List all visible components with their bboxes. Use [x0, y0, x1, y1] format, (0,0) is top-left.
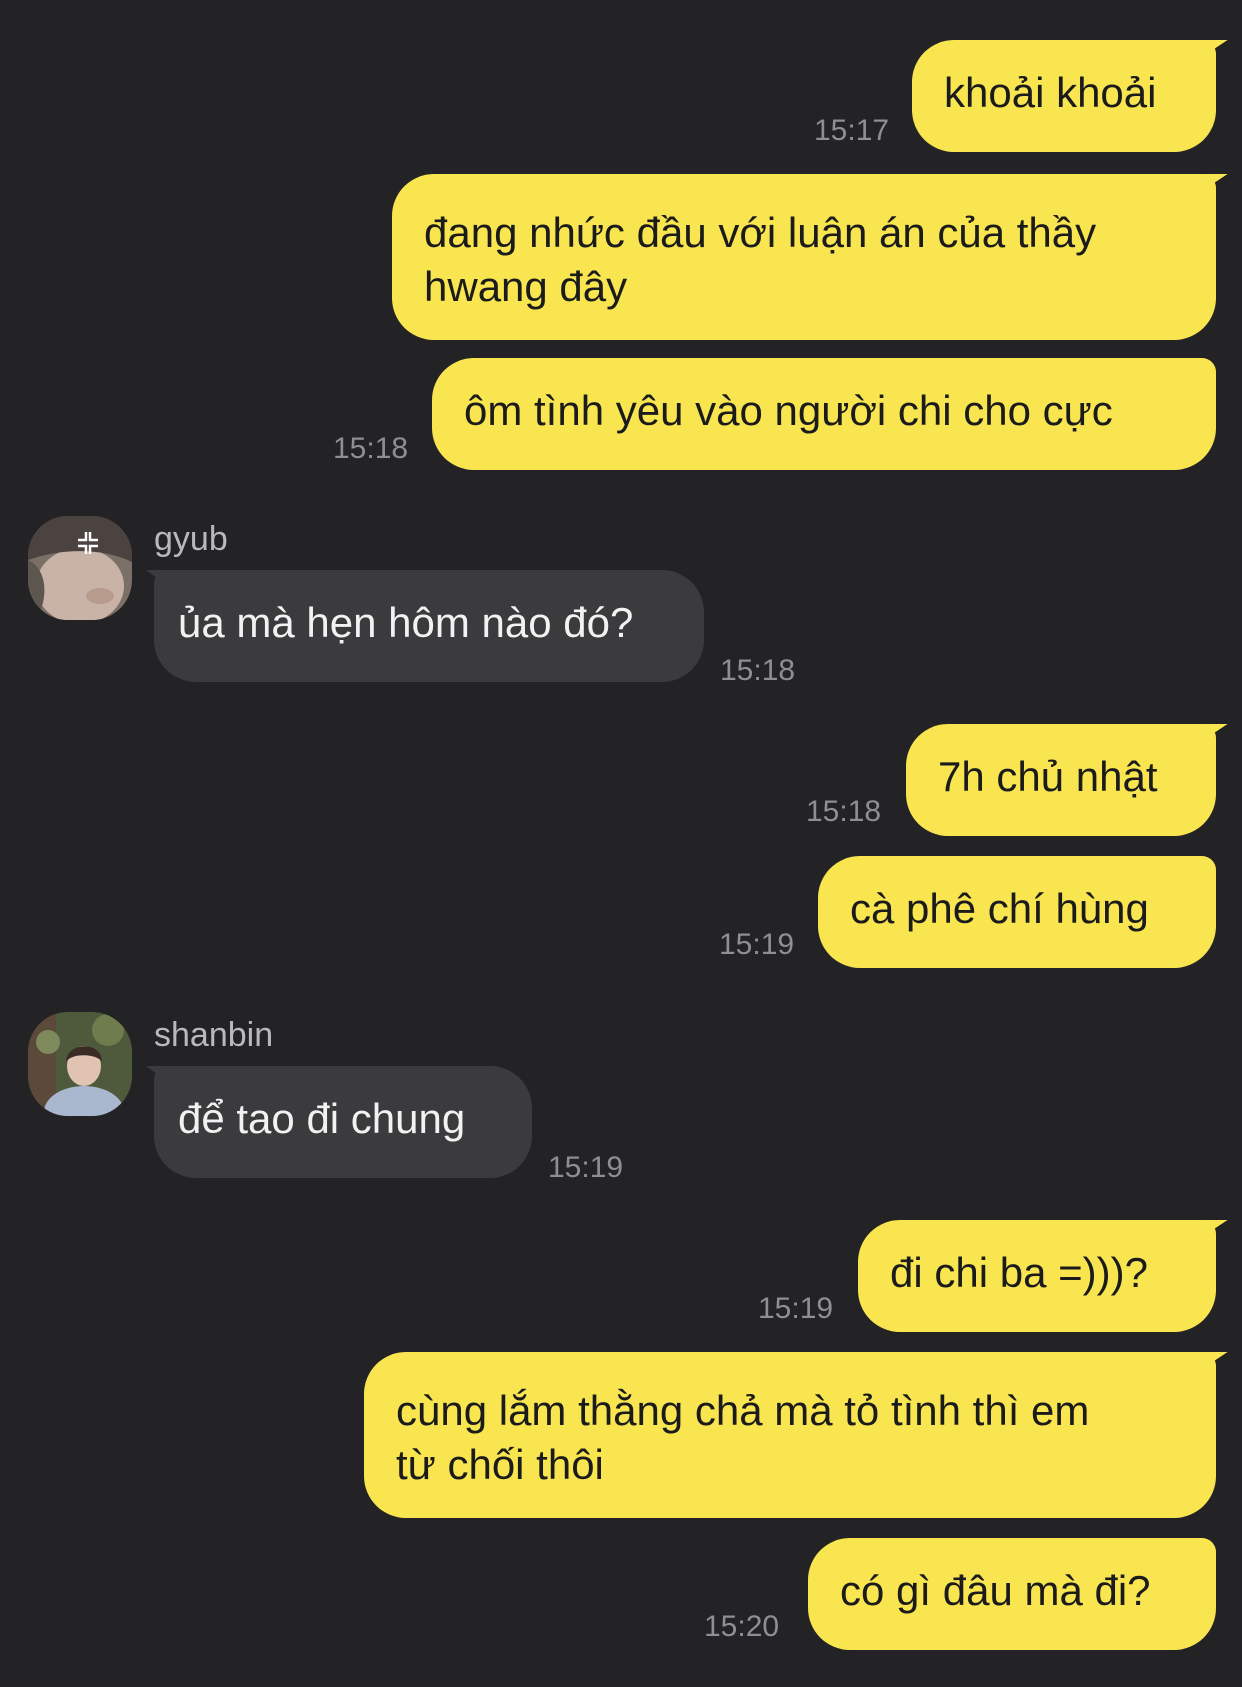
message-bubble-outgoing[interactable]: cà phê chí hùng	[818, 856, 1216, 968]
message-timestamp: 15:17	[814, 114, 890, 147]
message-text-line: từ chối thôi	[396, 1441, 604, 1488]
chat-thread[interactable]: khoải khoải 15:17 đang nhức đầu với luận…	[0, 0, 1242, 1687]
message-text: ủa mà hẹn hôm nào đó?	[178, 599, 634, 646]
message-text: để tao đi chung	[178, 1095, 466, 1142]
message-text: cà phê chí hùng	[850, 885, 1149, 932]
message-text: ôm tình yêu vào người chi cho cực	[464, 387, 1113, 434]
message-timestamp: 15:19	[548, 1151, 624, 1184]
message-bubble-outgoing[interactable]: 7h chủ nhật	[906, 724, 1216, 836]
message-text: khoải khoải	[944, 69, 1157, 116]
message-bubble-outgoing[interactable]: khoải khoải	[912, 40, 1216, 152]
message-text: 7h chủ nhật	[938, 753, 1158, 800]
message-timestamp: 15:18	[333, 432, 409, 465]
message-bubble-outgoing[interactable]: đang nhức đầu với luận án của thầy hwang…	[392, 174, 1216, 340]
avatar-photo-gyub-icon	[28, 516, 132, 620]
message-timestamp: 15:19	[719, 928, 795, 961]
message-text: đi chi ba =)))?	[890, 1249, 1148, 1296]
sender-name: gyub	[154, 520, 228, 558]
avatar-gyub[interactable]	[28, 516, 132, 620]
message-timestamp: 15:18	[806, 795, 882, 828]
message-bubble-outgoing[interactable]: có gì đâu mà đi?	[808, 1538, 1216, 1650]
sender-name: shanbin	[154, 1016, 274, 1054]
message-timestamp: 15:18	[720, 654, 796, 687]
message-text-line: cùng lắm thằng chả mà tỏ tình thì em	[396, 1387, 1090, 1434]
message-bubble-outgoing[interactable]: cùng lắm thằng chả mà tỏ tình thì em từ …	[364, 1352, 1216, 1518]
message-timestamp: 15:19	[758, 1292, 834, 1325]
message-bubble-incoming[interactable]: để tao đi chung	[146, 1066, 532, 1178]
message-timestamp: 15:20	[704, 1610, 780, 1643]
message-bubble-incoming[interactable]: ủa mà hẹn hôm nào đó?	[146, 570, 704, 682]
avatar-photo-shanbin-icon	[28, 1012, 132, 1116]
message-text-line: đang nhức đầu với luận án của thầy	[424, 209, 1097, 256]
message-text-line: hwang đây	[424, 263, 628, 310]
message-bubble-outgoing[interactable]: đi chi ba =)))?	[858, 1220, 1216, 1332]
avatar-shanbin[interactable]	[28, 1012, 132, 1116]
message-text: có gì đâu mà đi?	[840, 1567, 1151, 1614]
message-bubble-outgoing[interactable]: ôm tình yêu vào người chi cho cực	[432, 358, 1216, 470]
